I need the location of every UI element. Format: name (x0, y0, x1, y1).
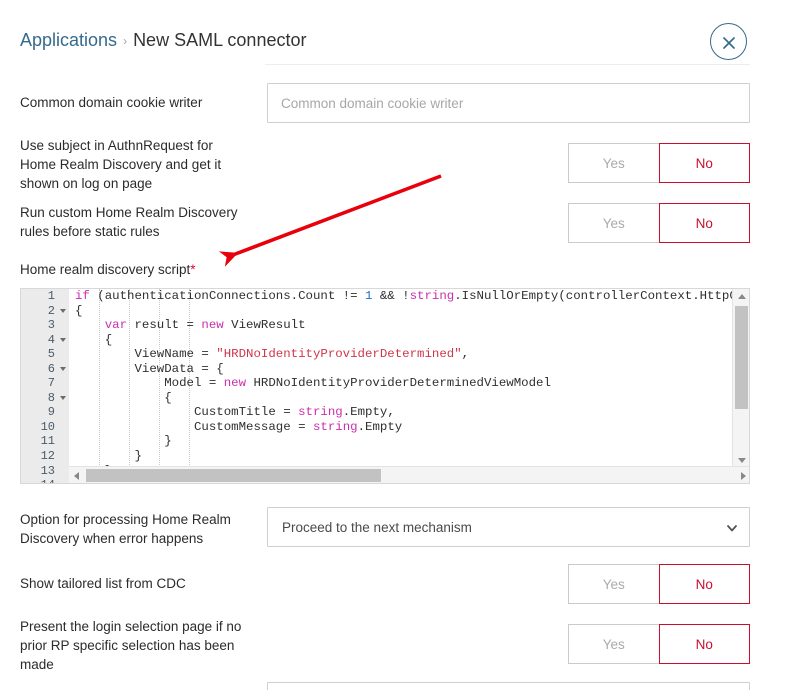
close-button[interactable] (710, 23, 747, 60)
editor-line-number-gutter: 1234567891011121314 (21, 289, 69, 483)
editor-line-number: 10 (40, 419, 55, 434)
editor-code-area[interactable]: if (authenticationConnections.Count != 1… (69, 289, 749, 483)
editor-line-number: 5 (47, 347, 55, 362)
code-fold-triangle-icon[interactable] (60, 395, 66, 400)
code-fold-triangle-icon[interactable] (60, 337, 66, 342)
next-field-input[interactable] (267, 682, 750, 690)
page-title: New SAML connector (133, 30, 307, 50)
editor-code-line[interactable]: { (69, 391, 749, 406)
present-login-selection-toggle[interactable]: Yes No (568, 624, 750, 664)
toggle-option-yes[interactable]: Yes (568, 143, 660, 183)
toggle-option-no[interactable]: No (658, 203, 750, 243)
editor-vertical-scrollbar[interactable] (732, 289, 749, 468)
editor-line-number: 7 (47, 376, 55, 391)
editor-code-line[interactable]: } (69, 449, 749, 464)
field-row-present-login-selection: Present the login selection page if no p… (0, 617, 808, 675)
editor-code-line[interactable]: } (69, 434, 749, 449)
editor-code-line[interactable]: if (authenticationConnections.Count != 1… (69, 289, 749, 304)
editor-line-number: 13 (40, 463, 55, 478)
code-fold-triangle-icon[interactable] (60, 308, 66, 313)
editor-line-number: 14 (21, 478, 69, 483)
field-row-use-subject-authnrequest: Use subject in AuthnRequest for Home Rea… (0, 136, 808, 194)
editor-code-line[interactable]: { (69, 333, 749, 348)
editor-line-number: 12 (40, 449, 55, 464)
editor-code-line[interactable]: ViewName = "HRDNoIdentityProviderDetermi… (69, 347, 749, 362)
editor-code-line[interactable]: { (69, 304, 749, 319)
field-row-next-partial (0, 682, 808, 690)
field-label: Common domain cookie writer (20, 95, 203, 110)
close-icon (722, 36, 735, 49)
editor-line-number: 4 (21, 333, 69, 348)
page-header: Applications › New SAML connector (0, 0, 808, 65)
field-row-home-realm-discovery-script: Home realm discovery script* (0, 260, 808, 280)
field-label: Home realm discovery script* (20, 260, 320, 279)
horizontal-scrollbar-thumb[interactable] (86, 469, 381, 482)
editor-line-number: 8 (21, 391, 69, 406)
toggle-option-no[interactable]: No (658, 564, 750, 604)
field-row-hrd-error-option: Option for processing Home Realm Discove… (0, 507, 808, 547)
editor-line-number: 9 (47, 405, 55, 420)
field-label-text: Home realm discovery script (20, 262, 191, 277)
required-marker: * (190, 262, 196, 277)
run-custom-hrd-rules-toggle[interactable]: Yes No (568, 203, 750, 243)
editor-line-number: 1 (47, 289, 55, 303)
common-domain-cookie-writer-input[interactable] (267, 83, 750, 123)
breadcrumb: Applications › New SAML connector (20, 28, 306, 54)
show-tailored-list-cdc-toggle[interactable]: Yes No (568, 564, 750, 604)
editor-code-line[interactable]: CustomMessage = string.Empty (69, 420, 749, 435)
editor-code-line[interactable]: var result = new ViewResult (69, 318, 749, 333)
scroll-up-arrow-icon[interactable] (737, 294, 746, 299)
breadcrumb-link-applications[interactable]: Applications (20, 30, 117, 50)
scroll-down-arrow-icon[interactable] (737, 458, 746, 463)
toggle-option-yes[interactable]: Yes (568, 624, 660, 664)
editor-code-line[interactable]: CustomTitle = string.Empty, (69, 405, 749, 420)
editor-line-number: 6 (21, 362, 69, 377)
editor-code-line[interactable]: Model = new HRDNoIdentityProviderDetermi… (69, 376, 749, 391)
field-label: Show tailored list from CDC (20, 576, 186, 591)
editor-line-number: 11 (40, 434, 55, 449)
code-fold-triangle-icon[interactable] (60, 366, 66, 371)
toggle-option-no[interactable]: No (658, 143, 750, 183)
field-label: Run custom Home Realm Discovery rules be… (20, 205, 238, 239)
home-realm-discovery-script-editor[interactable]: 1234567891011121314 if (authenticationCo… (20, 288, 750, 484)
editor-line-number: 2 (21, 304, 69, 319)
field-row-run-custom-hrd-rules: Run custom Home Realm Discovery rules be… (0, 203, 808, 249)
field-label: Present the login selection page if no p… (20, 619, 242, 672)
use-subject-authnrequest-toggle[interactable]: Yes No (568, 143, 750, 183)
editor-horizontal-scrollbar[interactable] (69, 466, 749, 483)
chevron-down-icon (727, 525, 737, 532)
toggle-option-yes[interactable]: Yes (568, 203, 660, 243)
header-divider (265, 64, 750, 65)
field-label: Use subject in AuthnRequest for Home Rea… (20, 138, 222, 191)
select-selected-value: Proceed to the next mechanism (282, 520, 472, 535)
scroll-right-arrow-icon[interactable] (741, 471, 746, 480)
editor-line-number: 3 (47, 318, 55, 333)
vertical-scrollbar-thumb[interactable] (735, 306, 748, 409)
toggle-option-yes[interactable]: Yes (568, 564, 660, 604)
saml-connector-config-page: Applications › New SAML connector Common d… (0, 0, 808, 690)
editor-code-line[interactable]: ViewData = { (69, 362, 749, 377)
field-row-common-domain-cookie-writer: Common domain cookie writer (0, 83, 808, 123)
scroll-left-arrow-icon[interactable] (74, 471, 79, 480)
toggle-option-no[interactable]: No (658, 624, 750, 664)
field-row-show-tailored-list-cdc: Show tailored list from CDC Yes No (0, 564, 808, 604)
hrd-error-option-select[interactable]: Proceed to the next mechanism (267, 507, 750, 547)
field-label: Option for processing Home Realm Discove… (20, 512, 231, 546)
breadcrumb-separator-icon: › (123, 34, 128, 48)
